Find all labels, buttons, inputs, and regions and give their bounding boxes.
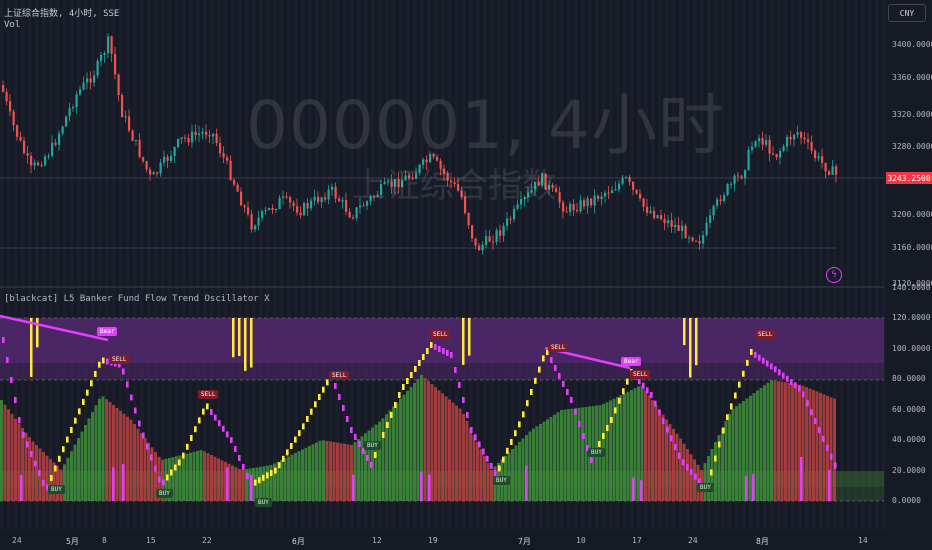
currency-button[interactable]: CNY — [888, 4, 926, 22]
time-axis-label: 17 — [632, 536, 642, 545]
price-axis-label: 3280.0000 — [892, 142, 932, 151]
time-axis-label: 8月 — [756, 537, 769, 546]
watermark-name: 上证综合指数 — [352, 166, 556, 206]
osc-axis-label: 40.0000 — [892, 435, 926, 444]
buy-signal: BUY — [588, 448, 605, 457]
time-axis-label: 7月 — [518, 537, 531, 546]
buy-signal: BUY — [493, 476, 510, 485]
osc-axis-label: 20.0000 — [892, 466, 926, 475]
osc-axis-label: 140.0000 — [892, 283, 931, 292]
watermark-symbol: 000001, 4小时 — [246, 87, 725, 164]
sell-signal: SELL — [109, 355, 130, 364]
price-axis-label: 3400.0000 — [892, 40, 932, 49]
indicator-title[interactable]: [blackcat] L5 Banker Fund Flow Trend Osc… — [4, 294, 270, 304]
time-axis-label: 8 — [102, 536, 107, 545]
buy-signal: BUY — [156, 489, 173, 498]
price-axis-label: 3320.0000 — [892, 110, 932, 119]
time-axis-label: 24 — [12, 536, 22, 545]
sell-signal: SELL — [430, 330, 451, 339]
price-axis-label: 3200.0000 — [892, 210, 932, 219]
osc-axis-label: 60.0000 — [892, 405, 926, 414]
time-axis-label: 15 — [146, 536, 156, 545]
lightning-icon[interactable]: ϟ — [826, 267, 842, 283]
osc-axis-label: 80.0000 — [892, 374, 926, 383]
sell-signal: SELL — [548, 343, 569, 352]
time-axis-label: 12 — [372, 536, 382, 545]
bear-signal: Bear — [97, 327, 118, 336]
chart-title: 上证综合指数, 4小时, SSE — [4, 9, 120, 19]
buy-signal: BUY — [364, 441, 381, 450]
time-axis-label: 14 — [858, 536, 868, 545]
bear-signal: Bear — [621, 357, 642, 366]
time-axis-label: 5月 — [66, 537, 79, 546]
sell-signal: SELL — [630, 370, 651, 379]
volume-label[interactable]: Vol — [4, 20, 20, 30]
osc-axis-label: 100.0000 — [892, 344, 931, 353]
time-axis-label: 6月 — [292, 537, 305, 546]
osc-axis-label: 0.0000 — [892, 496, 921, 505]
sell-signal: SELL — [198, 390, 219, 399]
last-price-tag: 3243.2500 — [886, 172, 932, 184]
buy-signal: BUY — [697, 483, 714, 492]
time-axis-label: 22 — [202, 536, 212, 545]
time-axis-label: 24 — [688, 536, 698, 545]
price-axis-label: 3360.0000 — [892, 73, 932, 82]
time-axis-label: 19 — [428, 536, 438, 545]
buy-signal: BUY — [255, 498, 272, 507]
osc-axis-label: 120.0000 — [892, 313, 931, 322]
sell-signal: SELL — [755, 330, 776, 339]
buy-signal: BUY — [48, 485, 65, 494]
sell-signal: SELL — [329, 371, 350, 380]
price-axis-label: 3160.0000 — [892, 243, 932, 252]
time-axis-label: 10 — [576, 536, 586, 545]
